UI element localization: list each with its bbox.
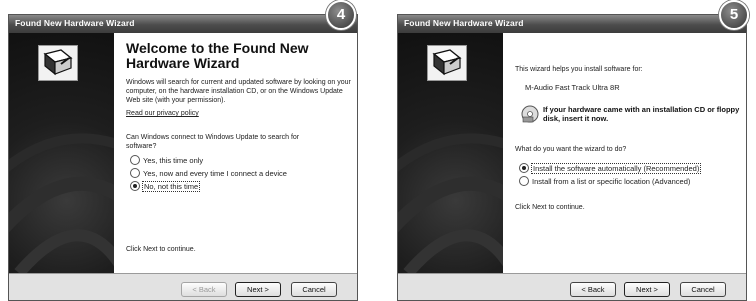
- wizard-screenshot-step-4: Found New Hardware Wizard Welcome to the…: [8, 0, 358, 301]
- cd-disk-icon: [521, 105, 539, 123]
- radio-button[interactable]: [130, 168, 140, 179]
- helps-text: This wizard helps you install software f…: [515, 66, 643, 73]
- option-label: No, not this time: [141, 181, 201, 192]
- option-label: Install the software automatically (Reco…: [530, 163, 702, 174]
- option-label: Install from a list or specific location…: [532, 177, 691, 186]
- window-title: Found New Hardware Wizard: [404, 18, 524, 28]
- continue-instruction: Click Next to continue.: [126, 246, 196, 253]
- intro-text: Windows will search for current and upda…: [126, 79, 351, 104]
- button-bar: < Back Next > Cancel: [9, 274, 357, 300]
- button-bar: < Back Next > Cancel: [398, 274, 746, 300]
- cancel-button[interactable]: Cancel: [680, 282, 726, 297]
- radio-button-selected[interactable]: [130, 181, 140, 192]
- radio-button[interactable]: [130, 155, 140, 166]
- next-button[interactable]: Next >: [624, 282, 670, 297]
- radio-button[interactable]: [519, 176, 529, 187]
- hardware-install-icon: [38, 45, 78, 81]
- wizard-window: Found New Hardware Wizard Welcome to the…: [8, 14, 358, 301]
- continue-instruction: Click Next to continue.: [515, 204, 585, 211]
- hardware-install-icon: [427, 45, 467, 81]
- next-button[interactable]: Next >: [235, 282, 281, 297]
- step-number-badge: 5: [719, 0, 749, 30]
- wizard-question: What do you want the wizard to do?: [515, 146, 627, 153]
- wizard-content: This wizard helps you install software f…: [503, 33, 746, 273]
- privacy-policy-link[interactable]: Read our privacy policy: [126, 109, 199, 118]
- title-bar: Found New Hardware Wizard: [9, 15, 357, 33]
- wizard-screenshot-step-5: Found New Hardware Wizard This wizard he…: [397, 0, 749, 301]
- cancel-button[interactable]: Cancel: [291, 282, 337, 297]
- page-heading: Welcome to the Found New Hardware Wizard: [126, 40, 309, 71]
- window-title: Found New Hardware Wizard: [15, 18, 135, 28]
- option-install-automatically[interactable]: Install the software automatically (Reco…: [519, 163, 702, 175]
- radio-button-selected[interactable]: [519, 163, 529, 174]
- cd-instruction: If your hardware came with an installati…: [543, 105, 740, 123]
- step-number-badge: 4: [326, 0, 356, 30]
- title-bar: Found New Hardware Wizard: [398, 15, 746, 33]
- wizard-content: Welcome to the Found New Hardware Wizard…: [114, 33, 357, 273]
- option-label: Yes, now and every time I connect a devi…: [143, 169, 287, 178]
- option-yes-this-time[interactable]: Yes, this time only: [130, 155, 203, 167]
- option-no-not-this-time[interactable]: No, not this time: [130, 181, 201, 193]
- update-question: Can Windows connect to Windows Update to…: [126, 134, 300, 150]
- back-button[interactable]: < Back: [570, 282, 616, 297]
- wizard-window: Found New Hardware Wizard This wizard he…: [397, 14, 747, 301]
- option-yes-every-time[interactable]: Yes, now and every time I connect a devi…: [130, 168, 287, 180]
- device-name: M-Audio Fast Track Ultra 8R: [525, 83, 620, 92]
- wizard-sidebar-graphic: [9, 33, 114, 273]
- option-label: Yes, this time only: [143, 156, 204, 165]
- back-button[interactable]: < Back: [181, 282, 227, 297]
- option-install-from-list[interactable]: Install from a list or specific location…: [519, 176, 690, 188]
- wizard-sidebar-graphic: [398, 33, 503, 273]
